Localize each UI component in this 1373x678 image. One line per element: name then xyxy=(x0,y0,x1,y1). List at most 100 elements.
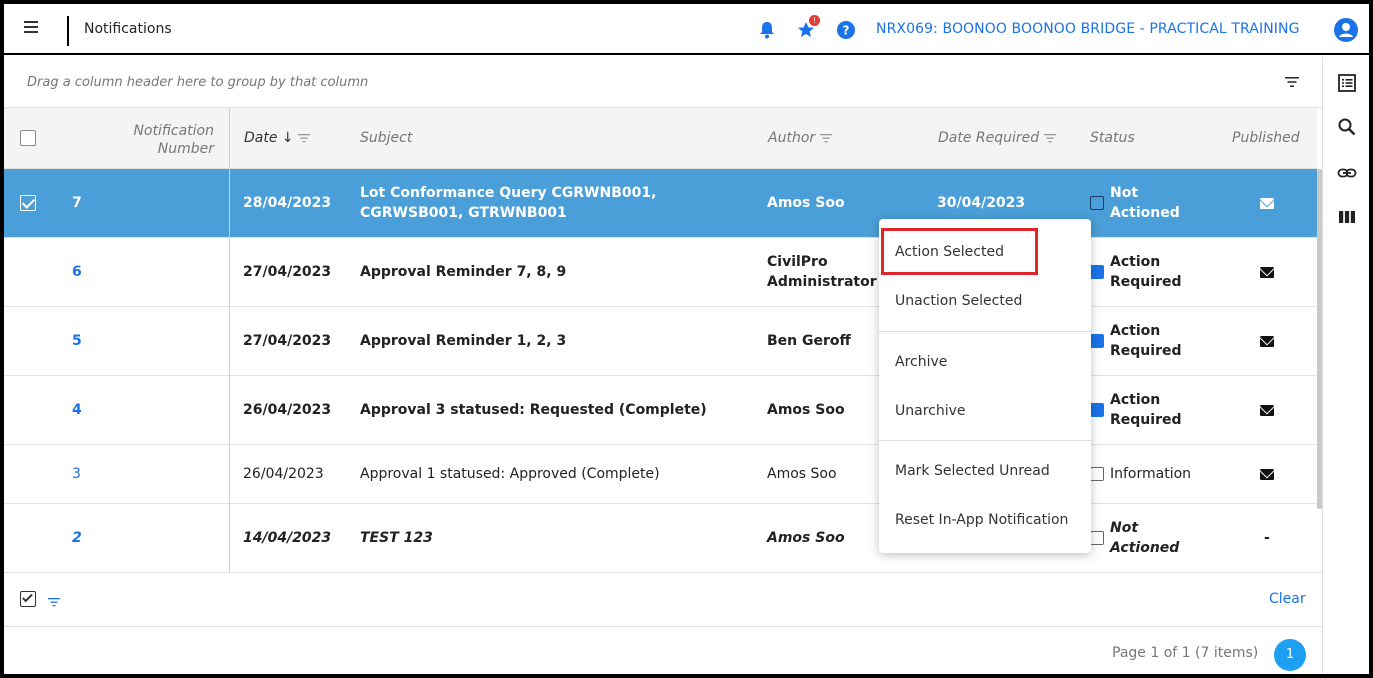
row-subject: TEST 123 xyxy=(360,530,433,546)
mail-icon xyxy=(1260,198,1274,209)
row-subject: Approval 1 statused: Approved (Complete) xyxy=(360,466,660,482)
project-selector[interactable]: NRX069: BOONOO BOONOO BRIDGE - PRACTICAL… xyxy=(876,21,1300,37)
column-header-date-label: Date xyxy=(244,130,278,146)
notification-number[interactable]: 3 xyxy=(72,464,81,484)
grid-header: Notification Number Date ↓ Subject Autho… xyxy=(4,108,1317,169)
filter-row: Clear xyxy=(4,572,1322,627)
row-author: Amos Soo xyxy=(767,466,837,482)
filter-icon[interactable] xyxy=(1043,133,1056,143)
column-header-date[interactable]: Date ↓ xyxy=(244,130,311,146)
page-title: Notifications xyxy=(84,21,172,37)
column-header-date-required-label: Date Required xyxy=(938,130,1040,146)
user-icon[interactable] xyxy=(1334,18,1358,42)
row-date: 14/04/2023 xyxy=(243,530,332,546)
row-status: Information xyxy=(1110,466,1192,482)
menu-separator xyxy=(879,440,1091,441)
page-button-1[interactable]: 1 xyxy=(1274,639,1306,671)
sort-desc-icon: ↓ xyxy=(281,130,294,146)
list-icon[interactable] xyxy=(1337,73,1357,93)
row-author: Amos Soo xyxy=(767,195,845,211)
row-status: Action Required xyxy=(1110,392,1182,428)
link-icon[interactable] xyxy=(1337,163,1357,183)
notification-number[interactable]: 5 xyxy=(72,331,82,351)
star-badge: ! xyxy=(809,15,820,26)
column-header-number[interactable]: Notification Number xyxy=(104,122,214,158)
menu-item-unarchive[interactable]: Unarchive xyxy=(879,389,1091,433)
filter-icon[interactable] xyxy=(298,133,311,143)
app-window: Notifications ! ? NRX069: BOONOO BOONOO … xyxy=(4,4,1369,674)
column-header-author-label: Author xyxy=(768,130,816,146)
row-status: Not Actioned xyxy=(1110,520,1180,556)
pager: Page 1 of 1 (7 items) 1 xyxy=(4,627,1322,674)
menu-item-reset-notification[interactable]: Reset In-App Notification xyxy=(879,498,1091,542)
column-header-status[interactable]: Status xyxy=(1090,130,1135,146)
row-date: 27/04/2023 xyxy=(243,333,332,349)
status-checkbox[interactable] xyxy=(1090,403,1104,417)
notification-number[interactable]: 4 xyxy=(72,400,82,420)
table-row[interactable]: 5 27/04/2023 Approval Reminder 1, 2, 3 B… xyxy=(4,307,1317,376)
row-subject: Lot Conformance Query CGRWNB001, CGRWSB0… xyxy=(360,185,657,221)
status-checkbox[interactable] xyxy=(1090,334,1104,348)
row-checkbox[interactable] xyxy=(20,195,36,211)
mail-icon xyxy=(1260,469,1274,480)
page-info: Page 1 of 1 (7 items) xyxy=(1112,645,1259,661)
menu-item-mark-unread[interactable]: Mark Selected Unread xyxy=(879,449,1091,493)
mail-icon xyxy=(1260,405,1274,416)
row-date-required: 30/04/2023 xyxy=(937,195,1026,211)
group-hint: Drag a column header here to group by th… xyxy=(27,75,369,90)
clear-filter-link[interactable]: Clear xyxy=(1269,591,1306,607)
menu-item-archive[interactable]: Archive xyxy=(879,340,1091,384)
columns-icon[interactable] xyxy=(1337,207,1357,227)
menu-item-unaction-selected[interactable]: Unaction Selected xyxy=(879,279,1091,323)
table-row[interactable]: 2 14/04/2023 TEST 123 Amos Soo Not Actio… xyxy=(4,504,1317,573)
bell-icon[interactable] xyxy=(757,20,777,40)
vertical-scrollbar[interactable] xyxy=(1317,169,1322,509)
search-icon[interactable] xyxy=(1337,117,1357,137)
header-divider xyxy=(67,16,69,46)
notification-number[interactable]: 2 xyxy=(72,528,82,548)
filter-icon[interactable] xyxy=(819,133,832,143)
filter-checkbox[interactable] xyxy=(20,591,36,607)
table-row[interactable]: 4 26/04/2023 Approval 3 statused: Reques… xyxy=(4,376,1317,445)
table-row[interactable]: 3 26/04/2023 Approval 1 statused: Approv… xyxy=(4,445,1317,504)
row-subject: Approval 3 statused: Requested (Complete… xyxy=(360,402,707,418)
menu-separator xyxy=(879,331,1091,332)
column-header-date-required[interactable]: Date Required xyxy=(938,130,1056,146)
frozen-column-divider xyxy=(229,108,230,572)
status-checkbox[interactable] xyxy=(1090,196,1104,210)
column-header-published[interactable]: Published xyxy=(1232,130,1304,146)
row-author: Amos Soo xyxy=(767,530,845,546)
help-icon[interactable]: ? xyxy=(836,20,856,40)
row-author: CivilPro Administrator xyxy=(767,254,877,290)
row-status: Action Required xyxy=(1110,323,1182,359)
notification-number[interactable]: 6 xyxy=(72,262,82,282)
row-published: - xyxy=(1264,530,1270,546)
right-toolbar xyxy=(1322,57,1369,674)
table-row[interactable]: 7 28/04/2023 Lot Conformance Query CGRWN… xyxy=(4,169,1317,238)
row-author: Ben Geroff xyxy=(767,333,851,349)
select-all-checkbox[interactable] xyxy=(20,130,36,146)
row-subject: Approval Reminder 1, 2, 3 xyxy=(360,333,567,349)
column-header-author[interactable]: Author xyxy=(768,130,832,146)
row-date: 27/04/2023 xyxy=(243,264,332,280)
filter-icon[interactable] xyxy=(48,597,60,607)
row-date: 26/04/2023 xyxy=(243,402,332,418)
mail-icon xyxy=(1260,336,1274,347)
row-status: Not Actioned xyxy=(1110,185,1180,221)
row-date: 28/04/2023 xyxy=(243,195,332,211)
status-checkbox[interactable] xyxy=(1090,467,1104,481)
highlight-box xyxy=(881,228,1038,275)
app-header: Notifications ! ? NRX069: BOONOO BOONOO … xyxy=(4,4,1369,55)
menu-icon[interactable] xyxy=(24,21,38,33)
filter-icon[interactable] xyxy=(1284,75,1300,89)
status-checkbox[interactable] xyxy=(1090,531,1104,545)
status-checkbox[interactable] xyxy=(1090,265,1104,279)
row-subject: Approval Reminder 7, 8, 9 xyxy=(360,264,567,280)
row-status: Action Required xyxy=(1110,254,1182,290)
row-author: Amos Soo xyxy=(767,402,845,418)
svg-text:?: ? xyxy=(843,24,850,38)
notification-number[interactable]: 7 xyxy=(72,193,82,213)
group-panel[interactable]: Drag a column header here to group by th… xyxy=(4,57,1322,108)
table-row[interactable]: 6 27/04/2023 Approval Reminder 7, 8, 9 C… xyxy=(4,238,1317,307)
column-header-subject[interactable]: Subject xyxy=(360,130,412,146)
